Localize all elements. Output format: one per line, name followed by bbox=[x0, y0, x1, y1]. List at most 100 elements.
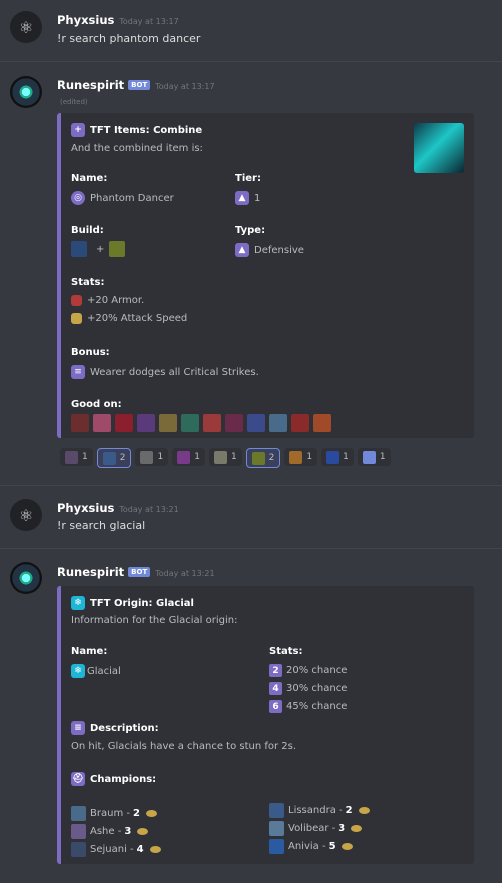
field-stats-label: Stats: bbox=[269, 646, 303, 657]
champion-name: Volibear - bbox=[288, 823, 336, 834]
field-name-value: ❄ Glacial bbox=[71, 664, 121, 678]
shield-icon: ◎ bbox=[71, 191, 85, 205]
gold-icon bbox=[358, 807, 370, 814]
reaction-button[interactable]: 1 bbox=[172, 448, 205, 466]
count-badge: 2 bbox=[269, 664, 282, 677]
message-text: !r search phantom dancer bbox=[57, 32, 201, 45]
champion-cost: 2 bbox=[345, 805, 353, 816]
name-value-text: Glacial bbox=[87, 665, 121, 677]
champion-avatar bbox=[269, 414, 287, 432]
reaction-count: 2 bbox=[119, 453, 126, 463]
reaction-button[interactable]: 1 bbox=[284, 448, 318, 466]
username[interactable]: Runespirit BOT Today at 13:21 bbox=[57, 565, 215, 579]
avatar[interactable]: ⚛ bbox=[10, 11, 42, 43]
avatar[interactable] bbox=[10, 76, 42, 108]
reaction-button[interactable]: 1 bbox=[321, 448, 354, 466]
username[interactable]: Runespirit BOT Today at 13:17 bbox=[57, 78, 215, 92]
champion-name: Anivia - bbox=[288, 841, 326, 852]
champion-avatar bbox=[203, 414, 221, 432]
champion-avatar bbox=[137, 414, 155, 432]
champion-row: Ashe - 3 bbox=[71, 824, 149, 839]
champion-avatar bbox=[313, 414, 331, 432]
reaction-count: 1 bbox=[157, 452, 164, 462]
champion-row: Volibear - 3 bbox=[269, 821, 363, 836]
embed-title: ❄ TFT Origin: Glacial bbox=[71, 596, 194, 610]
champion-name: Ashe - bbox=[90, 826, 122, 837]
field-name-label: Name: bbox=[71, 173, 108, 184]
stat-armor: +20 Armor. bbox=[71, 295, 144, 306]
avatar[interactable]: ⚛ bbox=[10, 499, 42, 531]
champion-cost: 4 bbox=[136, 844, 144, 855]
field-bonus-value: ≡ Wearer dodges all Critical Strikes. bbox=[71, 365, 259, 379]
timestamp: Today at 13:17 bbox=[119, 17, 179, 26]
champion-avatar bbox=[269, 839, 284, 854]
plus-icon: + bbox=[71, 123, 85, 137]
field-type-value: ▲ Defensive bbox=[235, 243, 304, 257]
embed-origin: ❄ TFT Origin: Glacial Information for the… bbox=[57, 586, 474, 864]
reaction-emoji-icon bbox=[362, 450, 376, 464]
type-value-text: Defensive bbox=[254, 244, 304, 256]
field-champions-label: ⛑ Champions: bbox=[71, 772, 156, 786]
champion-avatar bbox=[71, 806, 86, 821]
reaction-button[interactable]: 2 bbox=[245, 448, 281, 468]
field-description-value: On hit, Glacials have a chance to stun f… bbox=[71, 741, 297, 752]
description-label-text: Description: bbox=[90, 722, 159, 734]
field-bonus-label: Bonus: bbox=[71, 347, 110, 358]
reaction-emoji-icon bbox=[177, 450, 191, 464]
avatar[interactable] bbox=[10, 562, 42, 594]
embed-combine: + TFT Items: Combine And the combined ite… bbox=[57, 113, 474, 438]
document-icon: ≡ bbox=[71, 721, 85, 735]
username[interactable]: Phyxsius Today at 13:21 bbox=[57, 501, 179, 515]
reaction-emoji-icon bbox=[213, 450, 227, 464]
reaction-button[interactable]: 1 bbox=[357, 448, 391, 466]
champion-avatar bbox=[181, 414, 199, 432]
reaction-count: 1 bbox=[194, 452, 200, 462]
divider bbox=[0, 61, 502, 62]
attack-speed-icon bbox=[71, 313, 82, 324]
timestamp: Today at 13:17 bbox=[155, 82, 215, 91]
field-type-label: Type: bbox=[235, 225, 266, 236]
stat-row: 6 45% chance bbox=[269, 700, 347, 713]
champion-cost: 2 bbox=[132, 808, 140, 819]
field-tier-value: ▲ 1 bbox=[235, 191, 260, 205]
field-goodon-label: Good on: bbox=[71, 399, 122, 410]
snowflake-icon: ❄ bbox=[71, 596, 85, 610]
divider bbox=[0, 548, 502, 549]
stat-row: 4 30% chance bbox=[269, 682, 347, 695]
snowflake-icon: ❄ bbox=[71, 664, 85, 678]
item-icon bbox=[71, 241, 87, 257]
champion-row: Sejuani - 4 bbox=[71, 842, 161, 857]
embed-subtitle: And the combined item is: bbox=[71, 143, 203, 154]
champion-avatar bbox=[159, 414, 177, 432]
armor-icon bbox=[71, 295, 82, 306]
reaction-button[interactable]: 2 bbox=[96, 448, 132, 468]
reaction-button[interactable]: 1 bbox=[208, 448, 242, 466]
embed-subtitle: Information for the Glacial origin: bbox=[71, 615, 238, 626]
document-icon: ≡ bbox=[71, 365, 85, 379]
reaction-button[interactable]: 1 bbox=[135, 448, 169, 466]
champion-row: Lissandra - 2 bbox=[269, 803, 370, 818]
username-label: Runespirit bbox=[57, 565, 125, 579]
field-build-label: Build: bbox=[71, 225, 104, 236]
champion-avatar bbox=[115, 414, 133, 432]
field-build-value: + bbox=[71, 241, 129, 257]
champion-avatar bbox=[71, 842, 86, 857]
reaction-count: 1 bbox=[379, 452, 386, 462]
field-description-label: ≡ Description: bbox=[71, 721, 159, 735]
champion-name: Sejuani - bbox=[90, 844, 134, 855]
champion-row: Braum - 2 bbox=[71, 806, 157, 821]
champion-avatar bbox=[93, 414, 111, 432]
message-text: !r search glacial bbox=[57, 519, 146, 532]
defensive-icon: ▲ bbox=[235, 243, 249, 257]
reaction-button[interactable]: 1 bbox=[60, 448, 93, 466]
reaction-emoji-icon bbox=[102, 451, 116, 465]
username[interactable]: Phyxsius Today at 13:17 bbox=[57, 13, 179, 27]
field-tier-label: Tier: bbox=[235, 173, 261, 184]
reaction-count: 2 bbox=[268, 453, 275, 463]
thumbnail-image[interactable] bbox=[414, 123, 464, 173]
gold-icon bbox=[145, 810, 157, 817]
stat-row: 2 20% chance bbox=[269, 664, 347, 677]
champion-name: Braum - bbox=[90, 808, 130, 819]
tier-value-text: 1 bbox=[254, 192, 261, 204]
atom-icon: ⚛ bbox=[18, 505, 34, 525]
